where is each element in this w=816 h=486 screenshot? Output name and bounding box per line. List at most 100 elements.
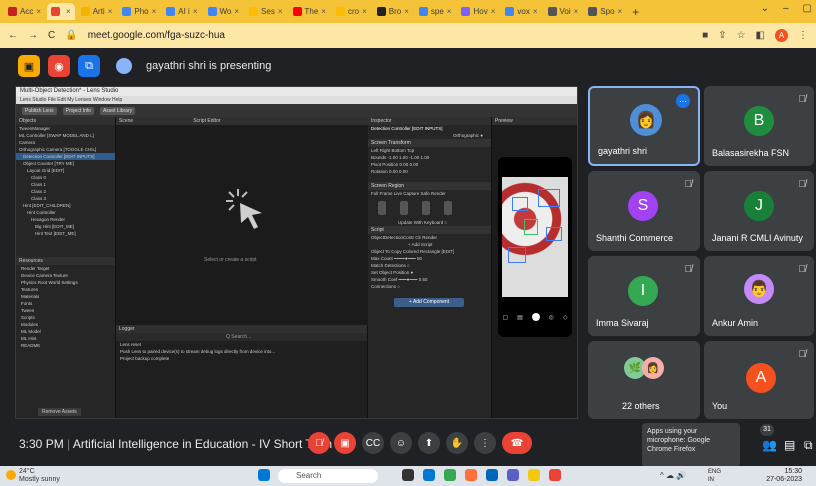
scene-tab[interactable]: Scene bbox=[119, 117, 133, 125]
resource-item[interactable]: Materials bbox=[16, 293, 115, 300]
tab-close-icon[interactable]: × bbox=[447, 7, 452, 16]
scene-object-item[interactable]: Class 2 bbox=[16, 188, 115, 195]
resource-item[interactable]: Device Camera Texture bbox=[16, 272, 115, 279]
chrome-icon[interactable] bbox=[444, 469, 456, 481]
resource-item[interactable]: Physics Root World Settings bbox=[16, 279, 115, 286]
screen-region-section[interactable]: Screen Region bbox=[368, 182, 491, 190]
others-tile[interactable]: 🌿 👩 22 others bbox=[588, 341, 700, 419]
tab-close-icon[interactable]: × bbox=[36, 7, 41, 16]
participant-tile[interactable]: 👩 ⋯ gayathri shri bbox=[588, 86, 700, 166]
participant-tile[interactable]: S 🎙̸ Shanthi Commerce bbox=[588, 171, 700, 251]
resource-item[interactable]: Fonts bbox=[16, 300, 115, 307]
taskbar-search[interactable]: Search bbox=[278, 469, 378, 483]
tab-close-icon[interactable]: × bbox=[234, 7, 239, 16]
publish-lens-button[interactable]: Publish Lens bbox=[22, 106, 57, 115]
tab-close-icon[interactable]: × bbox=[278, 7, 283, 16]
tab-close-icon[interactable]: × bbox=[152, 7, 157, 16]
raise-hand-button[interactable]: ✋ bbox=[446, 432, 468, 454]
camera-off-button[interactable]: ▣ bbox=[334, 432, 356, 454]
browser-tab[interactable]: Hov × bbox=[457, 3, 499, 20]
record-icon[interactable]: ◉ bbox=[48, 55, 70, 77]
scene-object-item[interactable]: Big Hint [EDIT_ME] bbox=[16, 223, 115, 230]
chrome-alt-icon[interactable] bbox=[549, 469, 561, 481]
chevron-down-icon[interactable]: ⌄ bbox=[761, 3, 769, 14]
browser-tab[interactable]: Bro × bbox=[373, 3, 413, 20]
resource-item[interactable]: README bbox=[16, 342, 115, 349]
people-icon[interactable]: 👥 bbox=[762, 438, 777, 452]
teams-icon[interactable] bbox=[507, 469, 519, 481]
folder-icon[interactable] bbox=[528, 469, 540, 481]
activities-icon[interactable]: ⧉ bbox=[804, 438, 813, 453]
resource-item[interactable]: ML Model bbox=[16, 328, 115, 335]
tab-close-icon[interactable]: × bbox=[533, 7, 538, 16]
share-icon[interactable]: ⇪ bbox=[718, 30, 726, 41]
scene-object-item[interactable]: Detection Controller [EDIT INPUTS] bbox=[16, 153, 115, 160]
scene-object-item[interactable]: Hint [EDIT_CHILDREN] bbox=[16, 202, 115, 209]
browser-tab[interactable]: cro × bbox=[332, 3, 371, 20]
browser-tab[interactable]: × bbox=[47, 3, 75, 20]
more-options-icon[interactable]: ⋯ bbox=[676, 94, 690, 108]
participant-tile[interactable]: B 🎙̸ Balasasirekha FSN bbox=[704, 86, 814, 166]
tab-close-icon[interactable]: × bbox=[66, 7, 71, 16]
remove-assets-button[interactable]: Remove Assets bbox=[38, 408, 81, 416]
scene-object-item[interactable]: Orthographic Camera [TOGGLE CHIL] bbox=[16, 146, 115, 153]
browser-tab[interactable]: Ses × bbox=[245, 3, 286, 20]
reload-icon[interactable]: C bbox=[48, 30, 55, 41]
browser-tab[interactable]: Pho × bbox=[118, 3, 160, 20]
language-indicator[interactable]: ENG IN bbox=[708, 468, 724, 484]
pip-icon[interactable]: ▣ bbox=[18, 55, 40, 77]
logger-search[interactable]: Q Search... bbox=[116, 333, 367, 341]
task-view-icon[interactable] bbox=[402, 469, 414, 481]
more-options-button[interactable]: ⋮ bbox=[474, 432, 496, 454]
screen-transform-section[interactable]: Screen Transform bbox=[368, 139, 491, 147]
tab-close-icon[interactable]: × bbox=[193, 7, 198, 16]
chat-icon[interactable]: ▤ bbox=[784, 438, 795, 452]
resource-item[interactable]: Render Target bbox=[16, 265, 115, 272]
minimize-icon[interactable]: – bbox=[783, 3, 789, 14]
scene-object-item[interactable]: Camera bbox=[16, 139, 115, 146]
scene-object-item[interactable]: Hint Text [EDIT_ME] bbox=[16, 230, 115, 237]
tray-icons[interactable]: ^ ☁ 🔊 bbox=[660, 471, 686, 480]
new-tab-button[interactable]: + bbox=[628, 5, 643, 19]
resource-item[interactable]: ML Hint bbox=[16, 335, 115, 342]
browser-tab[interactable]: Voi × bbox=[544, 3, 583, 20]
windows-start-icon[interactable] bbox=[258, 469, 270, 481]
tab-close-icon[interactable]: × bbox=[362, 7, 367, 16]
url-field[interactable]: meet.google.com/fga-suzc-hua bbox=[88, 30, 225, 41]
asset-library-button[interactable]: Asset Library bbox=[99, 106, 136, 115]
browser-tab[interactable]: AI i × bbox=[162, 3, 201, 20]
scene-object-item[interactable]: TweenManager bbox=[16, 125, 115, 132]
present-button[interactable]: ⬆ bbox=[418, 432, 440, 454]
scene-object-item[interactable]: Hexagon Render bbox=[16, 216, 115, 223]
firefox-icon[interactable] bbox=[465, 469, 477, 481]
resource-item[interactable]: Scripts bbox=[16, 314, 115, 321]
script-section[interactable]: Script bbox=[368, 226, 491, 234]
scene-object-item[interactable]: Hint Controller bbox=[16, 209, 115, 216]
star-icon[interactable]: ☆ bbox=[737, 30, 746, 41]
captions-button[interactable]: CC bbox=[362, 432, 384, 454]
browser-tab[interactable]: The × bbox=[289, 3, 330, 20]
explorer-icon[interactable] bbox=[423, 469, 435, 481]
scene-object-item[interactable]: Class 3 bbox=[16, 195, 115, 202]
camera-icon[interactable]: ■ bbox=[702, 30, 708, 41]
forward-icon[interactable]: → bbox=[28, 30, 38, 41]
maximize-icon[interactable]: ▢ bbox=[803, 3, 812, 14]
emoji-button[interactable]: ☺ bbox=[390, 432, 412, 454]
menu-icon[interactable]: ⋮ bbox=[798, 30, 808, 41]
back-icon[interactable]: ← bbox=[8, 30, 18, 41]
tab-close-icon[interactable]: × bbox=[321, 7, 326, 16]
weather-widget[interactable]: 24°C Mostly sunny bbox=[19, 468, 60, 484]
browser-tab[interactable]: Wo × bbox=[204, 3, 244, 20]
browser-tab[interactable]: Spo × bbox=[584, 3, 626, 20]
store-icon[interactable] bbox=[486, 469, 498, 481]
tab-close-icon[interactable]: × bbox=[574, 7, 579, 16]
script-editor-tab[interactable]: Script Editor bbox=[193, 117, 220, 125]
scene-object-item[interactable]: ML Controller [SWAP MODEL AND L] bbox=[16, 132, 115, 139]
browser-tab[interactable]: spe × bbox=[415, 3, 456, 20]
tab-close-icon[interactable]: × bbox=[491, 7, 496, 16]
resource-item[interactable]: Modules bbox=[16, 321, 115, 328]
self-tile[interactable]: A 🎙̸ You bbox=[704, 341, 814, 419]
scene-object-item[interactable]: Class 0 bbox=[16, 174, 115, 181]
sidebar-icon[interactable]: ◧ bbox=[756, 30, 765, 41]
scene-object-item[interactable]: Layout Grid [EDIT] bbox=[16, 167, 115, 174]
